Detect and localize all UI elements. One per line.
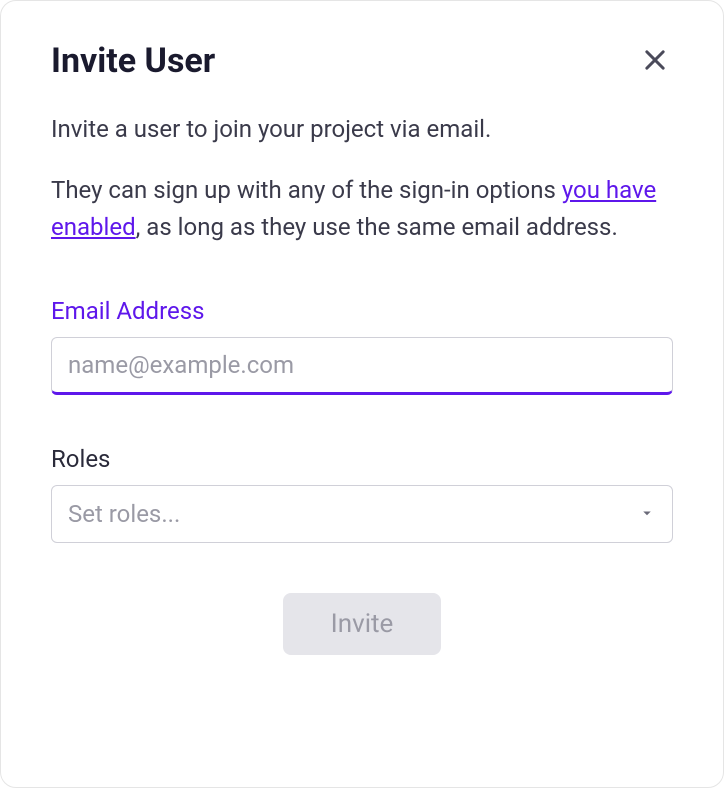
roles-label: Roles [51, 445, 673, 473]
modal-header: Invite User [51, 41, 673, 81]
modal-description-2: They can sign up with any of the sign-in… [51, 172, 673, 246]
submit-row: Invite [51, 593, 673, 655]
roles-select[interactable]: Set roles... [51, 485, 673, 543]
invite-user-modal: Invite User Invite a user to join your p… [0, 0, 724, 788]
close-button[interactable] [637, 42, 673, 81]
invite-button[interactable]: Invite [283, 593, 442, 655]
email-label: Email Address [51, 297, 673, 325]
roles-field-group: Roles Set roles... [51, 445, 673, 543]
close-icon [641, 46, 669, 77]
modal-description-1: Invite a user to join your project via e… [51, 111, 673, 148]
description-text-post: , as long as they use the same email add… [136, 213, 618, 241]
description-text-pre: They can sign up with any of the sign-in… [51, 176, 562, 204]
chevron-down-icon [638, 500, 656, 528]
modal-title: Invite User [51, 41, 215, 81]
email-field-group: Email Address [51, 297, 673, 395]
roles-placeholder: Set roles... [68, 500, 180, 528]
email-input[interactable] [51, 337, 673, 395]
